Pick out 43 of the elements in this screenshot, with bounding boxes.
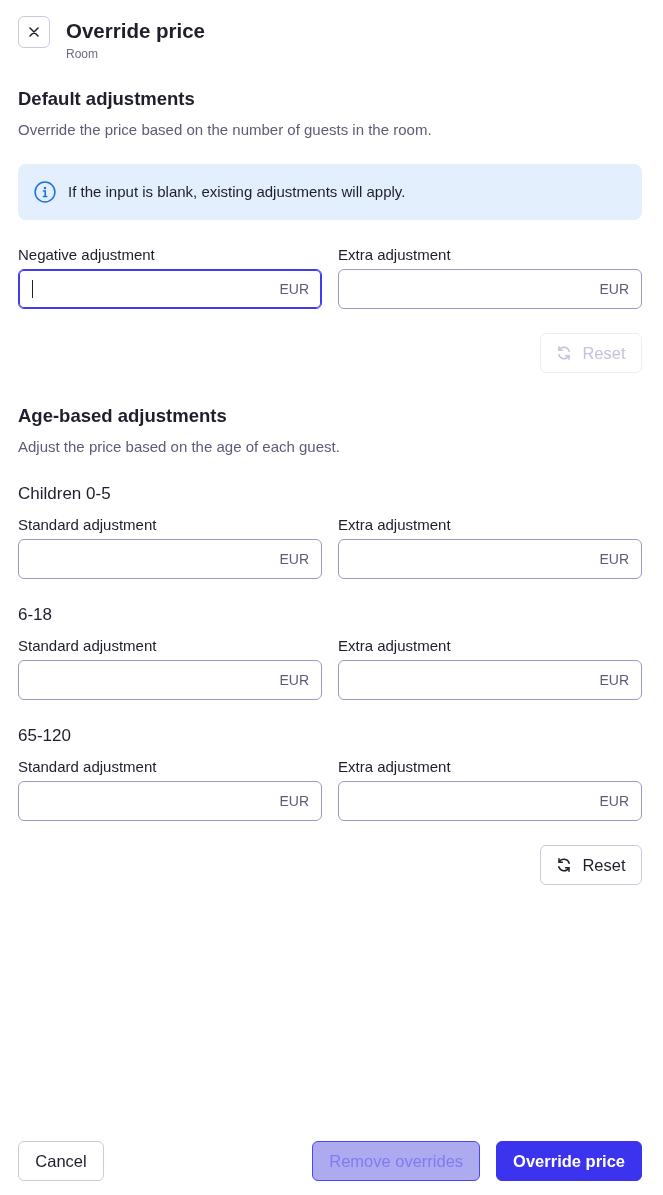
field-label: Extra adjustment	[338, 245, 452, 265]
field-label: Extra adjustment	[338, 757, 452, 777]
field-label: Extra adjustment	[338, 515, 452, 535]
section-description: Override the price based on the number of guests in the room.	[18, 120, 433, 140]
amount-input[interactable]: EUR	[338, 781, 642, 821]
currency-suffix: EUR	[599, 550, 629, 569]
currency-suffix: EUR	[279, 792, 309, 811]
section-heading: Age-based adjustments	[18, 404, 228, 428]
dialog-subtitle: Room	[66, 46, 99, 62]
age-group-title: 6-18	[18, 604, 54, 626]
section-description: Adjust the price based on the age of each guest.	[18, 437, 341, 457]
info-icon	[34, 181, 56, 203]
currency-suffix: EUR	[599, 280, 629, 299]
amount-input[interactable]: EUR	[338, 539, 642, 579]
amount-input[interactable]: EUR	[338, 269, 642, 309]
info-message: If the input is blank, existing adjustments will apply.	[68, 182, 406, 202]
field-label: Extra adjustment	[338, 636, 452, 656]
refresh-icon	[556, 857, 573, 873]
section-heading: Default adjustments	[18, 87, 196, 111]
currency-suffix: EUR	[279, 550, 309, 569]
amount-input[interactable]: EUR	[18, 269, 322, 309]
close-button[interactable]	[18, 16, 50, 48]
age-group-title: Children 0-5	[18, 483, 112, 505]
amount-input[interactable]: EUR	[18, 781, 322, 821]
field-label: Negative adjustment	[18, 245, 156, 265]
text-cursor-icon	[32, 280, 33, 298]
amount-input[interactable]: EUR	[18, 660, 322, 700]
secondary-button[interactable]: Cancel	[18, 1141, 104, 1181]
field-label: Standard adjustment	[18, 757, 158, 777]
currency-suffix: EUR	[279, 280, 309, 299]
amount-input[interactable]: EUR	[18, 539, 322, 579]
currency-suffix: EUR	[599, 792, 629, 811]
reset-button[interactable]: Reset	[540, 845, 642, 885]
currency-suffix: EUR	[279, 671, 309, 690]
field-label: Standard adjustment	[18, 636, 158, 656]
refresh-icon	[556, 345, 573, 361]
amount-input[interactable]: EUR	[338, 660, 642, 700]
age-group-title: 65-120	[18, 725, 72, 747]
currency-suffix: EUR	[599, 671, 629, 690]
dialog-title: Override price	[66, 18, 205, 44]
primary-button[interactable]: Override price	[496, 1141, 642, 1181]
field-label: Standard adjustment	[18, 515, 158, 535]
close-icon	[29, 27, 39, 37]
